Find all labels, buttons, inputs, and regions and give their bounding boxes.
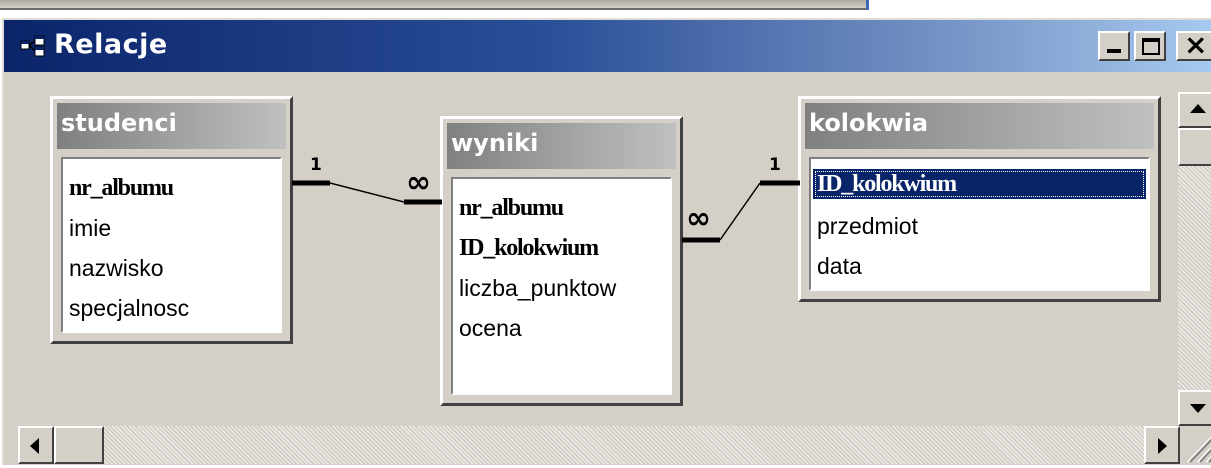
background-window-border (866, 0, 869, 10)
one-label: 1 (310, 155, 322, 175)
title-bar[interactable]: Relacje × (4, 20, 1211, 72)
relationship-lines: 1 ∞ 1 ∞ (292, 155, 800, 243)
close-button[interactable]: × (1176, 28, 1211, 61)
minimize-button[interactable] (1098, 31, 1130, 61)
relationship-kolokwia-wyniki[interactable]: 1 ∞ (682, 155, 800, 243)
scroll-down-button[interactable] (1178, 390, 1211, 426)
one-label: 1 (769, 155, 781, 175)
window-title: Relacje (54, 29, 168, 60)
horizontal-scroll-thumb[interactable] (54, 426, 104, 464)
background-window-edge (0, 0, 1211, 10)
maximize-button[interactable] (1134, 31, 1166, 61)
arrow-right-icon (1158, 438, 1167, 454)
relationships-canvas[interactable]: studenci nr_albumu imie nazwisko specjal… (4, 74, 1175, 426)
arrow-down-icon (1190, 404, 1206, 413)
vertical-scroll-thumb[interactable] (1178, 128, 1211, 166)
close-icon: × (1184, 28, 1208, 61)
relationships-window: Relacje × studenci nr_albumu imie nazwis… (2, 18, 1211, 465)
relationship-studenci-wyniki[interactable]: 1 ∞ (292, 155, 442, 205)
relationships-icon (20, 35, 45, 57)
scroll-up-button[interactable] (1178, 92, 1211, 128)
many-label: ∞ (686, 201, 711, 236)
resize-grip-icon (1187, 436, 1211, 463)
vertical-scrollbar[interactable] (1178, 92, 1211, 426)
arrow-up-icon (1190, 104, 1206, 113)
scroll-left-button[interactable] (18, 426, 54, 464)
many-label: ∞ (406, 165, 431, 200)
resize-grip[interactable] (1180, 428, 1211, 464)
arrow-left-icon (30, 438, 39, 454)
background-window-bar (0, 0, 866, 10)
horizontal-scrollbar[interactable] (54, 426, 1144, 464)
scroll-right-button[interactable] (1144, 426, 1180, 464)
